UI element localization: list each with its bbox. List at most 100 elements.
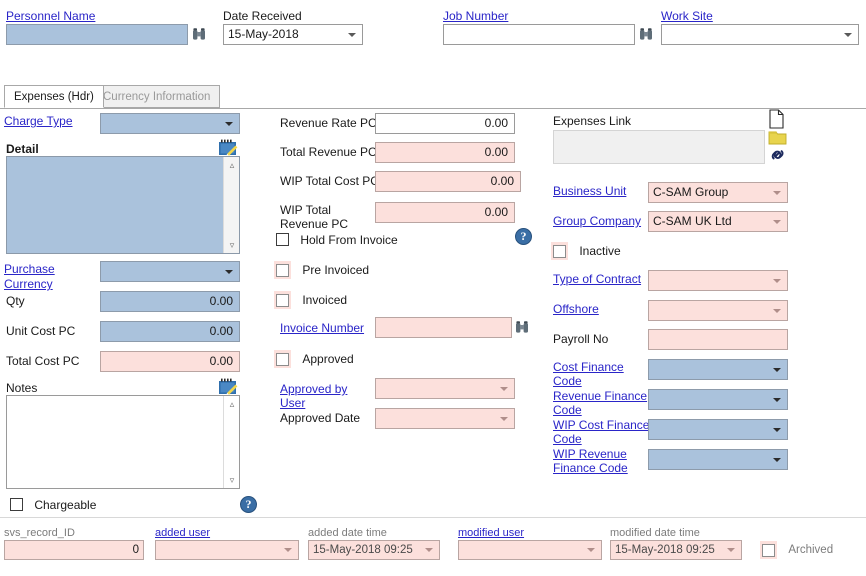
checkbox-box[interactable]	[276, 264, 289, 277]
wip-total-revenue-pc-input[interactable]: 0.00	[375, 202, 515, 223]
wip-revenue-finance-code-select[interactable]	[648, 449, 788, 470]
checkbox-box[interactable]	[762, 544, 775, 557]
tab-strip: Expenses (Hdr) Currency Information	[0, 86, 866, 109]
tab-expenses-hdr[interactable]: Expenses (Hdr)	[4, 85, 104, 108]
date-received-label: Date Received	[223, 9, 302, 23]
type-of-contract-label[interactable]: Type of Contract	[553, 272, 641, 286]
binoculars-icon[interactable]	[638, 26, 654, 45]
invoiced-checkbox[interactable]: Invoiced	[274, 291, 347, 309]
added-user-select[interactable]	[155, 540, 299, 560]
approved-by-user-label-line1[interactable]: Approved by	[280, 382, 347, 396]
revenue-finance-code-select[interactable]	[648, 389, 788, 410]
approved-checkbox[interactable]: Approved	[274, 350, 354, 368]
wip-revenue-finance-code-label-line1[interactable]: WIP Revenue	[553, 447, 627, 461]
wip-revenue-finance-code-label-line2[interactable]: Finance Code	[553, 461, 628, 475]
added-date-time-input[interactable]: 15-May-2018 09:25	[308, 540, 440, 560]
approved-by-user-label-line2[interactable]: User	[280, 396, 305, 410]
modified-user-label[interactable]: modified user	[458, 527, 524, 540]
wip-cost-finance-code-label-line1[interactable]: WIP Cost Finance	[553, 418, 649, 432]
checkbox-box[interactable]	[553, 245, 566, 258]
checkbox-box[interactable]	[276, 353, 289, 366]
invoice-number-label[interactable]: Invoice Number	[280, 321, 364, 335]
type-of-contract-select[interactable]	[648, 270, 788, 291]
checkbox-box[interactable]	[10, 498, 23, 511]
purchase-currency-select[interactable]	[100, 261, 240, 282]
personnel-name-input[interactable]	[6, 24, 188, 45]
group-company-label[interactable]: Group Company	[553, 214, 641, 228]
work-site-input[interactable]	[661, 24, 859, 45]
inactive-label: Inactive	[579, 244, 620, 258]
scroll-down-icon[interactable]: ▿	[224, 472, 240, 488]
wip-total-revenue-pc-label-line2: Revenue PC	[280, 217, 348, 231]
total-cost-pc-input[interactable]: 0.00	[100, 351, 240, 372]
cost-finance-code-label-line1[interactable]: Cost Finance	[553, 360, 624, 374]
job-number-input[interactable]	[443, 24, 635, 45]
payroll-no-input[interactable]	[648, 329, 788, 350]
revenue-finance-code-label-line1[interactable]: Revenue Finance	[553, 389, 647, 403]
pre-invoiced-label: Pre Invoiced	[302, 263, 369, 277]
wip-total-revenue-pc-label-line1: WIP Total	[280, 203, 331, 217]
binoculars-icon[interactable]	[191, 26, 207, 45]
footer-divider	[0, 517, 866, 518]
wip-total-cost-pc-input[interactable]: 0.00	[375, 171, 521, 192]
unit-cost-pc-input[interactable]: 0.00	[100, 321, 240, 342]
wip-cost-finance-code-label-line2[interactable]: Code	[553, 432, 582, 446]
approved-label: Approved	[302, 352, 353, 366]
checkbox-box[interactable]	[276, 294, 289, 307]
scroll-up-icon[interactable]: ▵	[224, 157, 240, 173]
binoculars-icon[interactable]	[514, 319, 530, 338]
revenue-finance-code-label-line2[interactable]: Code	[553, 403, 582, 417]
offshore-label[interactable]: Offshore	[553, 302, 599, 316]
tab-currency-information[interactable]: Currency Information	[93, 85, 220, 108]
added-user-label[interactable]: added user	[155, 527, 210, 540]
approved-by-user-select[interactable]	[375, 378, 515, 399]
detail-textarea[interactable]: ▵ ▿	[6, 156, 240, 254]
chain-link-icon[interactable]	[768, 145, 788, 167]
detail-scrollbar[interactable]: ▵ ▿	[223, 157, 239, 253]
hold-from-invoice-label: Hold From Invoice	[300, 233, 397, 247]
personnel-name-label[interactable]: Personnel Name	[6, 9, 95, 23]
checkbox-box[interactable]	[276, 233, 289, 246]
work-site-label[interactable]: Work Site	[661, 9, 713, 23]
group-company-select[interactable]: C-SAM UK Ltd	[648, 211, 788, 232]
svs-record-id-input[interactable]: 0	[4, 540, 144, 560]
modified-user-select[interactable]	[458, 540, 602, 560]
notes-textarea[interactable]: ▵ ▿	[6, 395, 240, 489]
invoice-number-input[interactable]	[375, 317, 512, 338]
wip-cost-finance-code-select[interactable]	[648, 419, 788, 440]
archived-label: Archived	[788, 544, 833, 556]
inactive-checkbox[interactable]: Inactive	[551, 242, 621, 260]
approved-date-input[interactable]	[375, 408, 515, 429]
business-unit-label[interactable]: Business Unit	[553, 184, 626, 198]
scroll-down-icon[interactable]: ▿	[224, 237, 240, 253]
business-unit-select[interactable]: C-SAM Group	[648, 182, 788, 203]
checkbox-highlight	[274, 261, 291, 279]
pre-invoiced-checkbox[interactable]: Pre Invoiced	[274, 261, 369, 279]
total-revenue-pc-input[interactable]: 0.00	[375, 142, 515, 163]
archived-checkbox[interactable]: Archived	[760, 541, 833, 559]
document-icon[interactable]	[768, 109, 785, 132]
chargeable-help-icon[interactable]: ?	[240, 496, 257, 513]
charge-type-select[interactable]	[100, 113, 240, 134]
offshore-select[interactable]	[648, 300, 788, 321]
cost-finance-code-label-line2[interactable]: Code	[553, 374, 582, 388]
scroll-up-icon[interactable]: ▵	[224, 396, 240, 412]
notes-scrollbar[interactable]: ▵ ▿	[223, 396, 239, 488]
hold-from-invoice-checkbox[interactable]: Hold From Invoice	[276, 232, 398, 247]
detail-label: Detail	[6, 142, 39, 156]
modified-date-time-label: modified date time	[610, 527, 700, 540]
revenue-rate-pc-input[interactable]: 0.00	[375, 113, 515, 134]
charge-type-label[interactable]: Charge Type	[4, 114, 73, 128]
cost-finance-code-select[interactable]	[648, 359, 788, 380]
chargeable-checkbox[interactable]: Chargeable	[10, 497, 96, 512]
hold-from-invoice-help-icon[interactable]: ?	[515, 228, 532, 245]
purchase-currency-label-line2[interactable]: Currency	[4, 277, 53, 291]
checkbox-highlight	[274, 291, 291, 309]
unit-cost-pc-label: Unit Cost PC	[6, 324, 75, 338]
date-received-input[interactable]: 15-May-2018	[223, 24, 363, 45]
job-number-label[interactable]: Job Number	[443, 9, 508, 23]
qty-input[interactable]: 0.00	[100, 291, 240, 312]
purchase-currency-label-line1[interactable]: Purchase	[4, 262, 55, 276]
expenses-link-input[interactable]	[553, 130, 765, 164]
modified-date-time-input[interactable]: 15-May-2018 09:25	[610, 540, 742, 560]
